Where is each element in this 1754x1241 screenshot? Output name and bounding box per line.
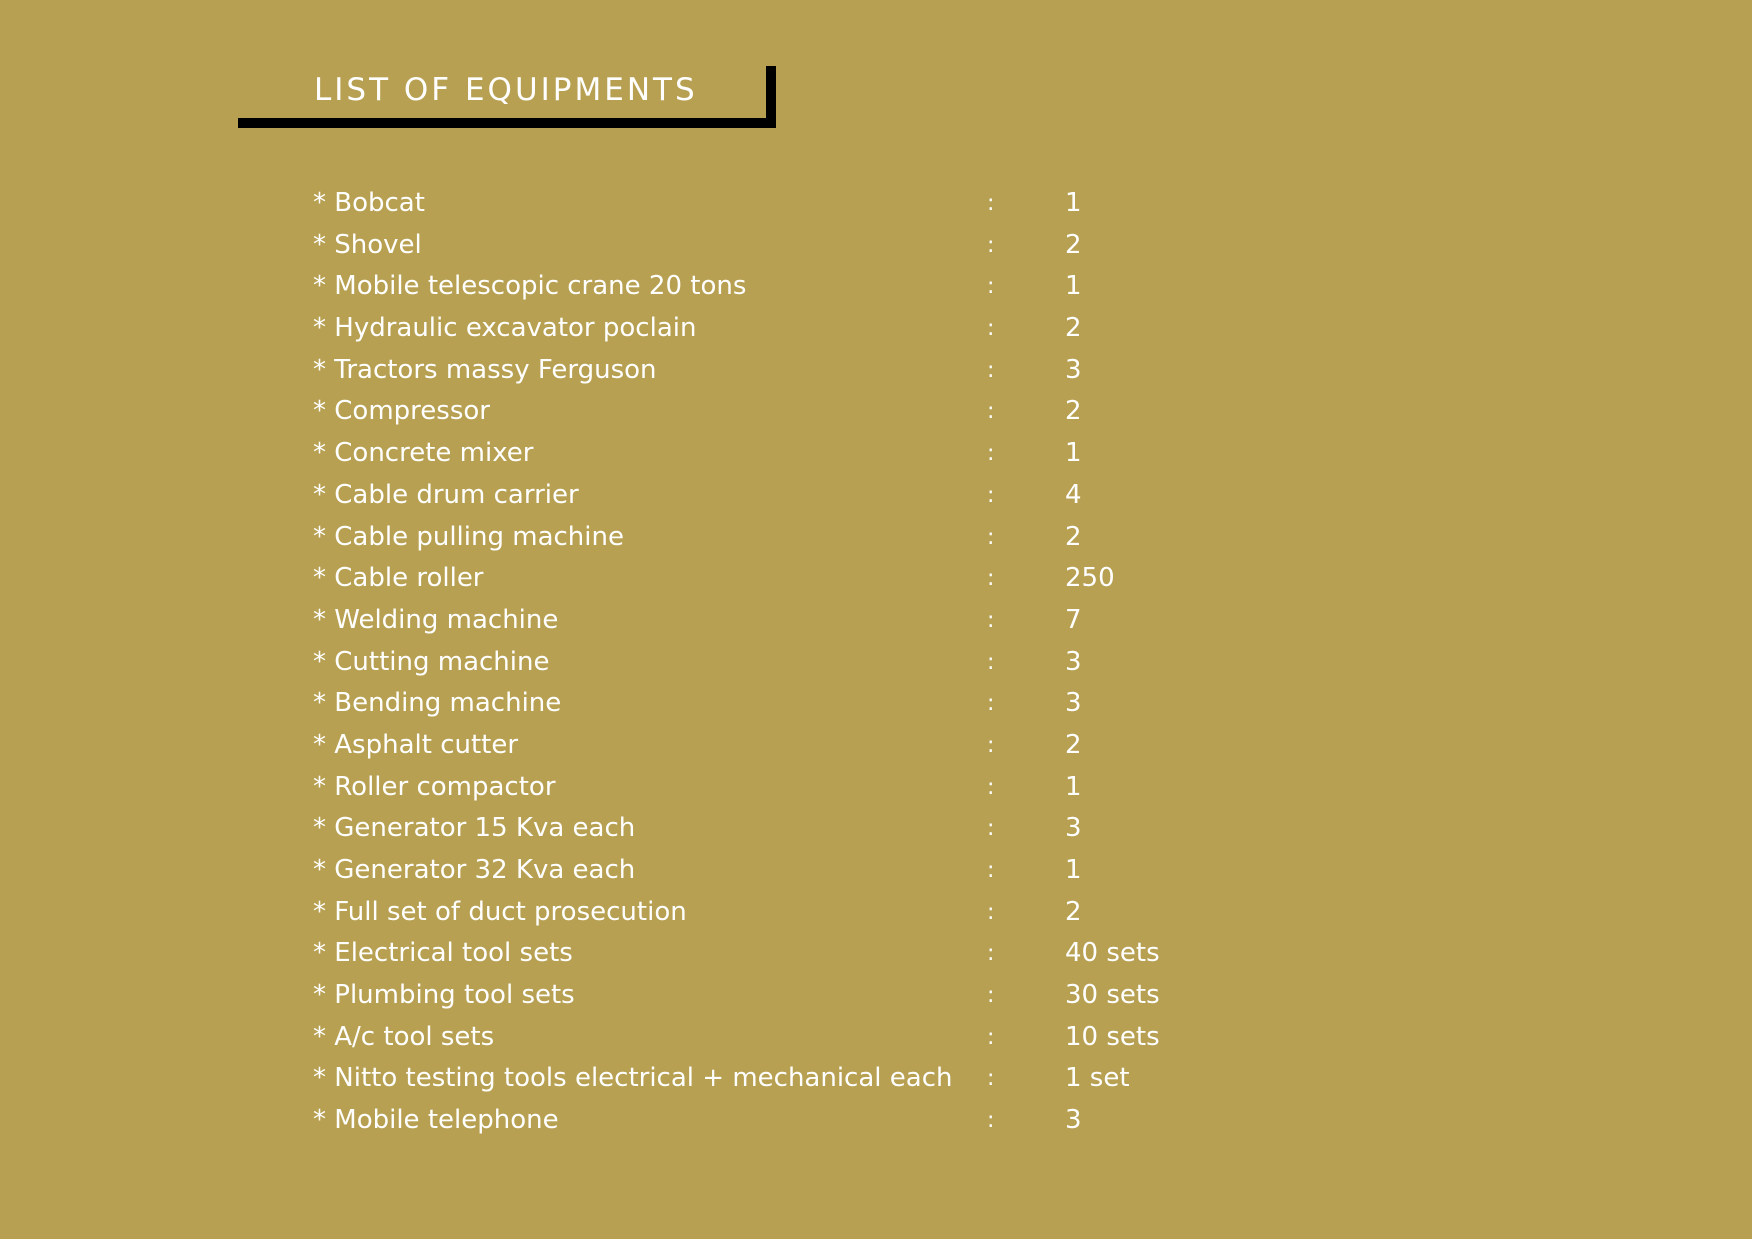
item-name: * Roller compactor — [313, 771, 556, 802]
item-quantity: 250 — [1065, 563, 1115, 594]
item-name: * Tractors massy Ferguson — [313, 354, 657, 385]
item-separator: : — [987, 649, 995, 675]
list-item: * Asphalt cutter: 2 — [313, 725, 1213, 767]
item-name: * Generator 15 Kva each — [313, 813, 636, 844]
item-separator: : — [987, 983, 995, 1009]
list-item: * Plumbing tool sets: 30 sets — [313, 975, 1213, 1017]
item-name: * Cutting machine — [313, 646, 550, 677]
item-name: * Generator 32 Kva each — [313, 855, 636, 885]
item-name: * Cable roller — [313, 563, 484, 594]
list-item: * Full set of duct prosecution: 2 — [313, 892, 1213, 934]
item-name: * Nitto testing tools electrical + mecha… — [313, 1063, 953, 1094]
list-item: * Compressor: 2 — [313, 391, 1213, 433]
item-name: * Cable pulling machine — [313, 521, 624, 552]
item-quantity: 1 — [1065, 438, 1082, 469]
item-name: * Shovel — [313, 229, 422, 260]
item-separator: : — [987, 441, 995, 467]
item-quantity: 3 — [1065, 354, 1082, 385]
item-name: * Plumbing tool sets — [313, 980, 575, 1011]
item-name: * Cable drum carrier — [313, 479, 579, 510]
item-name: * Bobcat — [313, 188, 425, 218]
list-item: * Cutting machine: 3 — [313, 642, 1213, 684]
item-name: * Asphalt cutter — [313, 729, 519, 760]
list-item: * Tractors massy Ferguson: 3 — [313, 350, 1213, 392]
item-separator: : — [987, 858, 995, 883]
item-separator: : — [987, 524, 995, 550]
title-underline — [238, 118, 776, 128]
list-item: * Roller compactor: 1 — [313, 767, 1213, 809]
list-item: * Welding machine: 7 — [313, 600, 1213, 642]
item-separator: : — [987, 1024, 995, 1050]
item-separator: : — [987, 899, 995, 925]
item-separator: : — [987, 1108, 995, 1134]
item-separator: : — [987, 357, 995, 383]
equipment-list: * Bobcat: 1 * Shovel: 2 * Mobile telescopic … — [313, 183, 1213, 1142]
item-separator: : — [987, 1066, 995, 1092]
list-item: * Generator 32 Kva each: 1 — [313, 850, 1213, 892]
item-name: * Concrete mixer — [313, 438, 534, 469]
item-quantity: 4 — [1065, 479, 1082, 510]
list-item: * Shovel: 2 — [313, 225, 1213, 267]
title-block: LIST OF EQUIPMENTS — [238, 66, 776, 128]
list-item: * Bobcat: 1 — [313, 183, 1213, 225]
item-quantity: 2 — [1065, 313, 1082, 344]
list-item: * Generator 15 Kva each: 3 — [313, 808, 1213, 850]
item-separator: : — [987, 732, 995, 758]
item-separator: : — [987, 399, 995, 425]
item-quantity: 2 — [1065, 896, 1082, 927]
list-item: * Mobile telephone: 3 — [313, 1100, 1213, 1142]
list-item: * A/c tool sets: 10 sets — [313, 1017, 1213, 1059]
item-quantity: 1 — [1065, 188, 1082, 218]
item-quantity: 2 — [1065, 396, 1082, 427]
item-separator: : — [987, 191, 995, 216]
item-quantity: 2 — [1065, 229, 1082, 260]
list-item: * Bending machine: 3 — [313, 683, 1213, 725]
item-separator: : — [987, 774, 995, 800]
item-quantity: 2 — [1065, 729, 1082, 760]
item-quantity: 3 — [1065, 646, 1082, 677]
item-name: * Full set of duct prosecution — [313, 896, 687, 927]
item-quantity: 7 — [1065, 604, 1082, 635]
item-quantity: 30 sets — [1065, 980, 1160, 1011]
item-quantity: 1 — [1065, 855, 1082, 885]
item-quantity: 40 sets — [1065, 938, 1160, 969]
item-name: * Bending machine — [313, 688, 562, 719]
page-title: LIST OF EQUIPMENTS — [314, 72, 698, 108]
title-corner-bar — [766, 66, 776, 128]
item-separator: : — [987, 232, 995, 258]
item-name: * A/c tool sets — [313, 1021, 495, 1052]
item-name: * Hydraulic excavator poclain — [313, 313, 697, 344]
list-item: * Electrical tool sets: 40 sets — [313, 933, 1213, 975]
item-quantity: 2 — [1065, 521, 1082, 552]
item-name: * Welding machine — [313, 604, 559, 635]
list-item: * Nitto testing tools electrical + mecha… — [313, 1058, 1213, 1100]
item-separator: : — [987, 607, 995, 633]
list-item: * Cable drum carrier: 4 — [313, 475, 1213, 517]
item-quantity: 10 sets — [1065, 1021, 1160, 1052]
item-quantity: 1 — [1065, 271, 1082, 302]
item-separator: : — [987, 691, 995, 717]
item-quantity: 3 — [1065, 1105, 1082, 1136]
item-name: * Electrical tool sets — [313, 938, 573, 969]
list-item: * Hydraulic excavator poclain: 2 — [313, 308, 1213, 350]
item-separator: : — [987, 274, 995, 300]
list-item: * Cable roller: 250 — [313, 558, 1213, 600]
list-item: * Mobile telescopic crane 20 tons: 1 — [313, 266, 1213, 308]
item-separator: : — [987, 941, 995, 967]
item-separator: : — [987, 816, 995, 842]
item-quantity: 1 — [1065, 771, 1082, 802]
list-item: * Cable pulling machine: 2 — [313, 517, 1213, 559]
item-name: * Compressor — [313, 396, 490, 427]
item-quantity: 3 — [1065, 688, 1082, 719]
list-item: * Concrete mixer: 1 — [313, 433, 1213, 475]
item-separator: : — [987, 566, 995, 592]
item-name: * Mobile telephone — [313, 1105, 559, 1136]
item-quantity: 1 set — [1065, 1063, 1130, 1094]
item-name: * Mobile telescopic crane 20 tons — [313, 271, 747, 302]
item-separator: : — [987, 316, 995, 342]
item-quantity: 3 — [1065, 813, 1082, 844]
item-separator: : — [987, 482, 995, 508]
